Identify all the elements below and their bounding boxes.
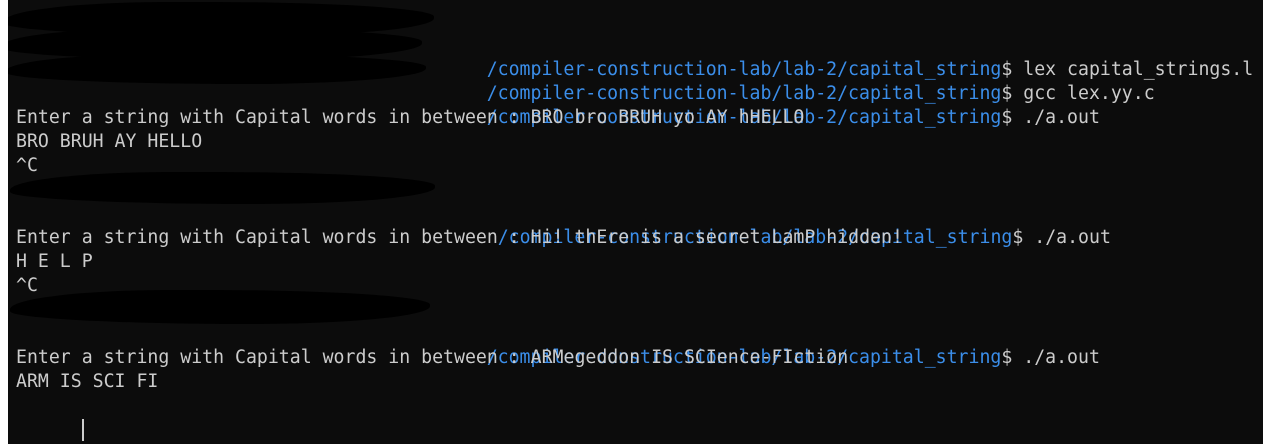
redaction-mark xyxy=(8,54,426,84)
output-line: BRO BRUH AY HELLO xyxy=(16,131,203,152)
output-line: H E L P xyxy=(16,251,93,272)
prompt-line: /compiler-construction-lab/lab-2/capital… xyxy=(8,54,1263,128)
terminal-window[interactable]: /compiler-construction-lab/lab-2/capital… xyxy=(8,0,1263,444)
prompt-line: /compiler-construction-lab/lab-2/capital… xyxy=(10,172,1263,248)
output-line: Enter a string with Capital words in bet… xyxy=(16,347,849,368)
text-cursor xyxy=(81,419,84,441)
output-line: Enter a string with Capital words in bet… xyxy=(16,227,903,248)
input-line[interactable] xyxy=(16,394,1263,441)
prompt-line: /compiler-construction-lab/lab-2/capital… xyxy=(10,290,1263,368)
output-line: Enter a string with Capital words in bet… xyxy=(16,107,805,128)
output-line: ARM IS SCI FI xyxy=(16,371,159,392)
terminal-screen[interactable]: /compiler-construction-lab/lab-2/capital… xyxy=(8,2,1263,441)
redaction-mark xyxy=(10,290,430,324)
redaction-mark xyxy=(10,172,435,204)
